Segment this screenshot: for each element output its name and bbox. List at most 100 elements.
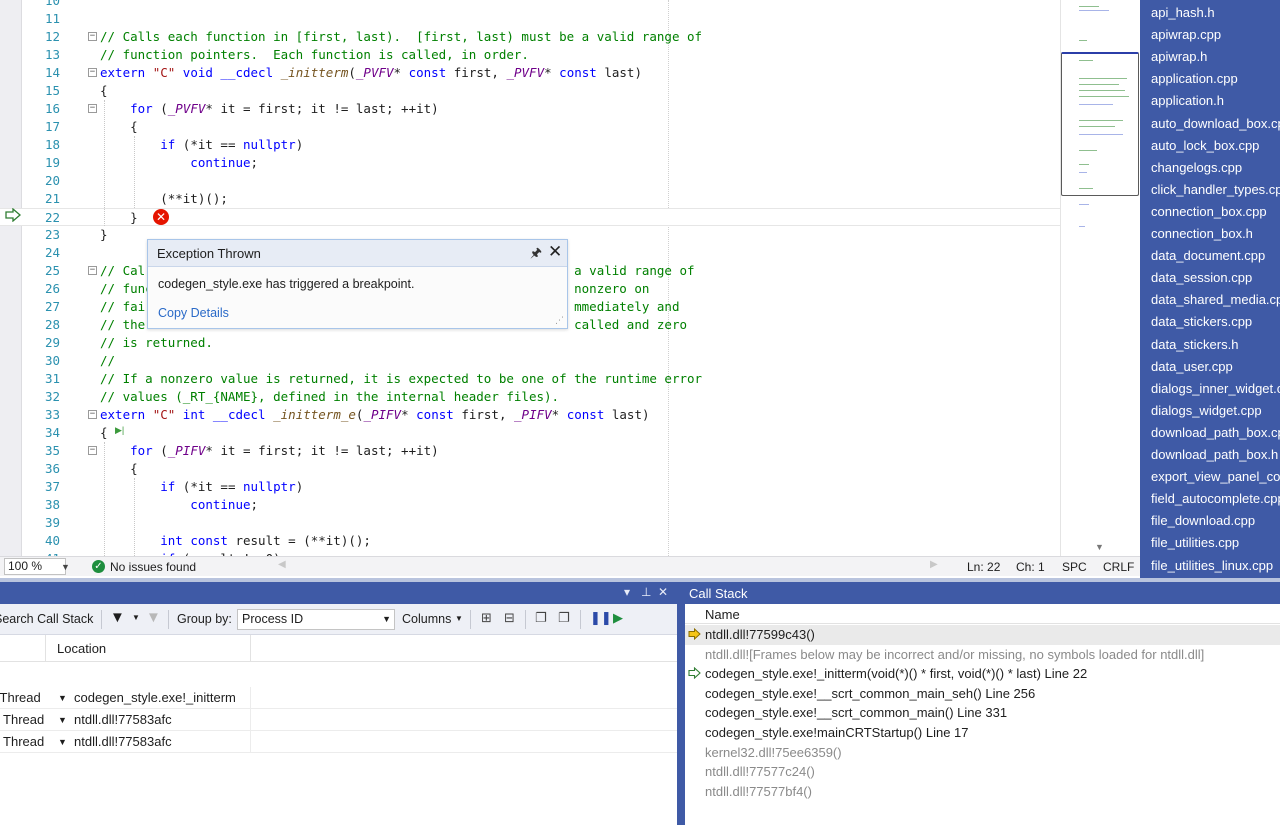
solution-file-item[interactable]: field_autocomplete.cpp [1151, 488, 1280, 510]
collapse-region-icon[interactable]: − [88, 104, 97, 113]
code-line[interactable]: 17 { [0, 118, 1060, 136]
solution-file-item[interactable]: data_stickers.h [1151, 334, 1280, 356]
solution-file-item[interactable]: connection_box.cpp [1151, 201, 1280, 223]
solution-file-item[interactable]: auto_lock_box.cpp [1151, 135, 1280, 157]
solution-file-item[interactable]: changelogs.cpp [1151, 157, 1280, 179]
resize-grip-icon[interactable]: ⋰ [555, 315, 564, 326]
thaw-threads-icon[interactable]: ▶ [613, 610, 623, 626]
code-line[interactable]: 33 − extern "C" int __cdecl _initterm_e(_P… [0, 406, 1060, 424]
code-line[interactable]: 15 { [0, 82, 1060, 100]
call-stack-frame[interactable]: ntdll.dll!77577c24() [685, 762, 1280, 782]
line-ending-indicator[interactable]: CRLF [1103, 560, 1134, 574]
code-line[interactable]: 39 [0, 514, 1060, 532]
copy-details-link[interactable]: Copy Details [158, 306, 229, 320]
collapse-region-icon[interactable]: − [88, 32, 97, 41]
collapse-region-icon[interactable]: − [88, 68, 97, 77]
issues-status[interactable]: No issues found [110, 560, 196, 574]
call-stack-frame[interactable]: ntdll.dll!77599c43() [685, 625, 1280, 645]
code-line[interactable]: 14− extern "C" void __cdecl _initterm(_PV… [0, 64, 1060, 82]
code-editor[interactable]: 10 11 12−// Calls each function in [first,… [0, 0, 1060, 556]
columns-button[interactable]: Columns [402, 612, 451, 626]
solution-file-item[interactable]: api_hash.h [1151, 2, 1280, 24]
solution-file-item[interactable]: connection_box.h [1151, 223, 1280, 245]
code-line[interactable]: 21 (**it)(); [0, 190, 1060, 208]
solution-file-item[interactable]: export_view_panel_controller.cpp [1151, 466, 1280, 488]
chevron-down-icon[interactable]: ▼ [132, 613, 140, 622]
code-line[interactable]: 38 continue; [0, 496, 1060, 514]
solution-file-item[interactable]: dialogs_inner_widget.cpp [1151, 378, 1280, 400]
call-stack-frame[interactable]: codegen_style.exe!__scrt_common_main_seh… [685, 684, 1280, 704]
collapse-region-icon[interactable]: − [88, 446, 97, 455]
code-line[interactable]: 20 [0, 172, 1060, 190]
search-call-stack-input[interactable]: Search Call Stack [0, 612, 93, 626]
exception-error-icon[interactable]: ✕ [153, 209, 169, 225]
code-line[interactable]: 29 // is returned. [0, 334, 1060, 352]
code-line[interactable]: 12 −// Calls each function in [first, las… [0, 28, 1060, 46]
collapse-region-icon[interactable]: − [88, 266, 97, 275]
code-line[interactable]: 34 { [0, 424, 1060, 442]
solution-file-item[interactable]: file_utilities_linux.cpp [1151, 555, 1280, 577]
code-line[interactable]: 30 // [0, 352, 1060, 370]
solution-file-item[interactable]: auto_download_box.cpp [1151, 113, 1280, 135]
code-line[interactable]: 10 [0, 0, 1060, 10]
thread-row[interactable]: Main Thread ▼ codegen_style.exe!_initterm [0, 687, 677, 709]
scroll-right-icon[interactable]: ▶ [930, 559, 938, 570]
solution-file-item[interactable]: application.h [1151, 90, 1280, 112]
pin-icon[interactable]: 🖈 [530, 244, 542, 266]
solution-file-item[interactable]: dialogs_widget.cpp [1151, 400, 1280, 422]
column-divider[interactable] [45, 635, 46, 662]
solution-file-item[interactable]: apiwrap.h [1151, 46, 1280, 68]
call-stack-frame[interactable]: kernel32.dll!75ee6359() [685, 743, 1280, 763]
freeze-threads-icon[interactable]: ❚❚ [590, 610, 612, 626]
solution-file-item[interactable]: data_stickers.cpp [1151, 311, 1280, 333]
chevron-down-icon[interactable]: ▼ [58, 731, 67, 753]
code-line[interactable]: 13 // function pointers. Each function is… [0, 46, 1060, 64]
call-stack-frame[interactable]: ntdll.dll![Frames below may be incorrect… [685, 645, 1280, 665]
call-stack-frame[interactable]: ntdll.dll!77577bf4() [685, 782, 1280, 802]
code-line[interactable]: 11 [0, 10, 1060, 28]
window-menu-icon[interactable]: ▾ [624, 585, 630, 599]
code-line[interactable]: 32 // values (_RT_{NAME}, defined in the … [0, 388, 1060, 406]
run-to-click-icon[interactable]: ▶| [115, 425, 124, 436]
filter-icon[interactable]: ▼ [110, 609, 125, 626]
thread-row[interactable]: Worker Thread ▼ ntdll.dll!77583afc [0, 709, 677, 731]
location-column-header[interactable]: Location [57, 641, 106, 656]
group-by-select[interactable]: Process ID ▼ [237, 609, 395, 630]
call-stack-frame[interactable]: codegen_style.exe!_initterm(void(*)() * … [685, 664, 1280, 684]
collapse-region-icon[interactable]: − [88, 410, 97, 419]
solution-file-item[interactable]: file_download.cpp [1151, 510, 1280, 532]
chevron-down-icon[interactable]: ▼ [455, 614, 463, 623]
chevron-down-icon[interactable]: ▼ [58, 687, 67, 709]
code-line[interactable]: 36 { [0, 460, 1060, 478]
expand-groups-icon[interactable]: ⊞ [481, 610, 492, 626]
solution-file-item[interactable]: application.cpp [1151, 68, 1280, 90]
scroll-left-icon[interactable]: ◀ [278, 559, 286, 570]
solution-file-item[interactable]: data_user.cpp [1151, 356, 1280, 378]
solution-file-item[interactable]: data_document.cpp [1151, 245, 1280, 267]
code-line[interactable]: 31 // If a nonzero value is returned, it … [0, 370, 1060, 388]
column-divider[interactable] [250, 635, 251, 662]
chevron-down-icon[interactable]: ▼ [58, 709, 67, 731]
close-icon[interactable]: ✕ [548, 242, 562, 262]
solution-file-item[interactable]: apiwrap.cpp [1151, 24, 1280, 46]
whitespace-indicator[interactable]: SPC [1062, 560, 1087, 574]
solution-file-item[interactable]: click_handler_types.cpp [1151, 179, 1280, 201]
clear-filter-icon[interactable]: ▼ [146, 609, 161, 626]
solution-file-item[interactable]: download_path_box.h [1151, 444, 1280, 466]
column-indicator[interactable]: Ch: 1 [1016, 560, 1045, 574]
solution-file-item[interactable]: data_session.cpp [1151, 267, 1280, 289]
name-column-header[interactable]: Name [705, 607, 740, 622]
copy-icon[interactable]: ❐ [535, 610, 547, 626]
line-indicator[interactable]: Ln: 22 [967, 560, 1000, 574]
minimap-scrollbar[interactable]: ▼ [1060, 0, 1140, 556]
close-icon[interactable]: ✕ [658, 585, 668, 599]
call-stack-frame[interactable]: codegen_style.exe!mainCRTStartup() Line … [685, 723, 1280, 743]
code-line[interactable]: 37 if (*it == nullptr) [0, 478, 1060, 496]
collapse-groups-icon[interactable]: ⊟ [504, 610, 515, 626]
solution-file-item[interactable]: file_utilities.cpp [1151, 532, 1280, 554]
code-line[interactable]: 35 − for (_PIFV* it = first; it != last; … [0, 442, 1060, 460]
call-stack-frame[interactable]: codegen_style.exe!__scrt_common_main() L… [685, 703, 1280, 723]
code-line[interactable]: 16 − for (_PVFV* it = first; it != last; … [0, 100, 1060, 118]
pin-icon[interactable]: ⊥ [641, 585, 651, 599]
solution-file-item[interactable]: download_path_box.cpp [1151, 422, 1280, 444]
